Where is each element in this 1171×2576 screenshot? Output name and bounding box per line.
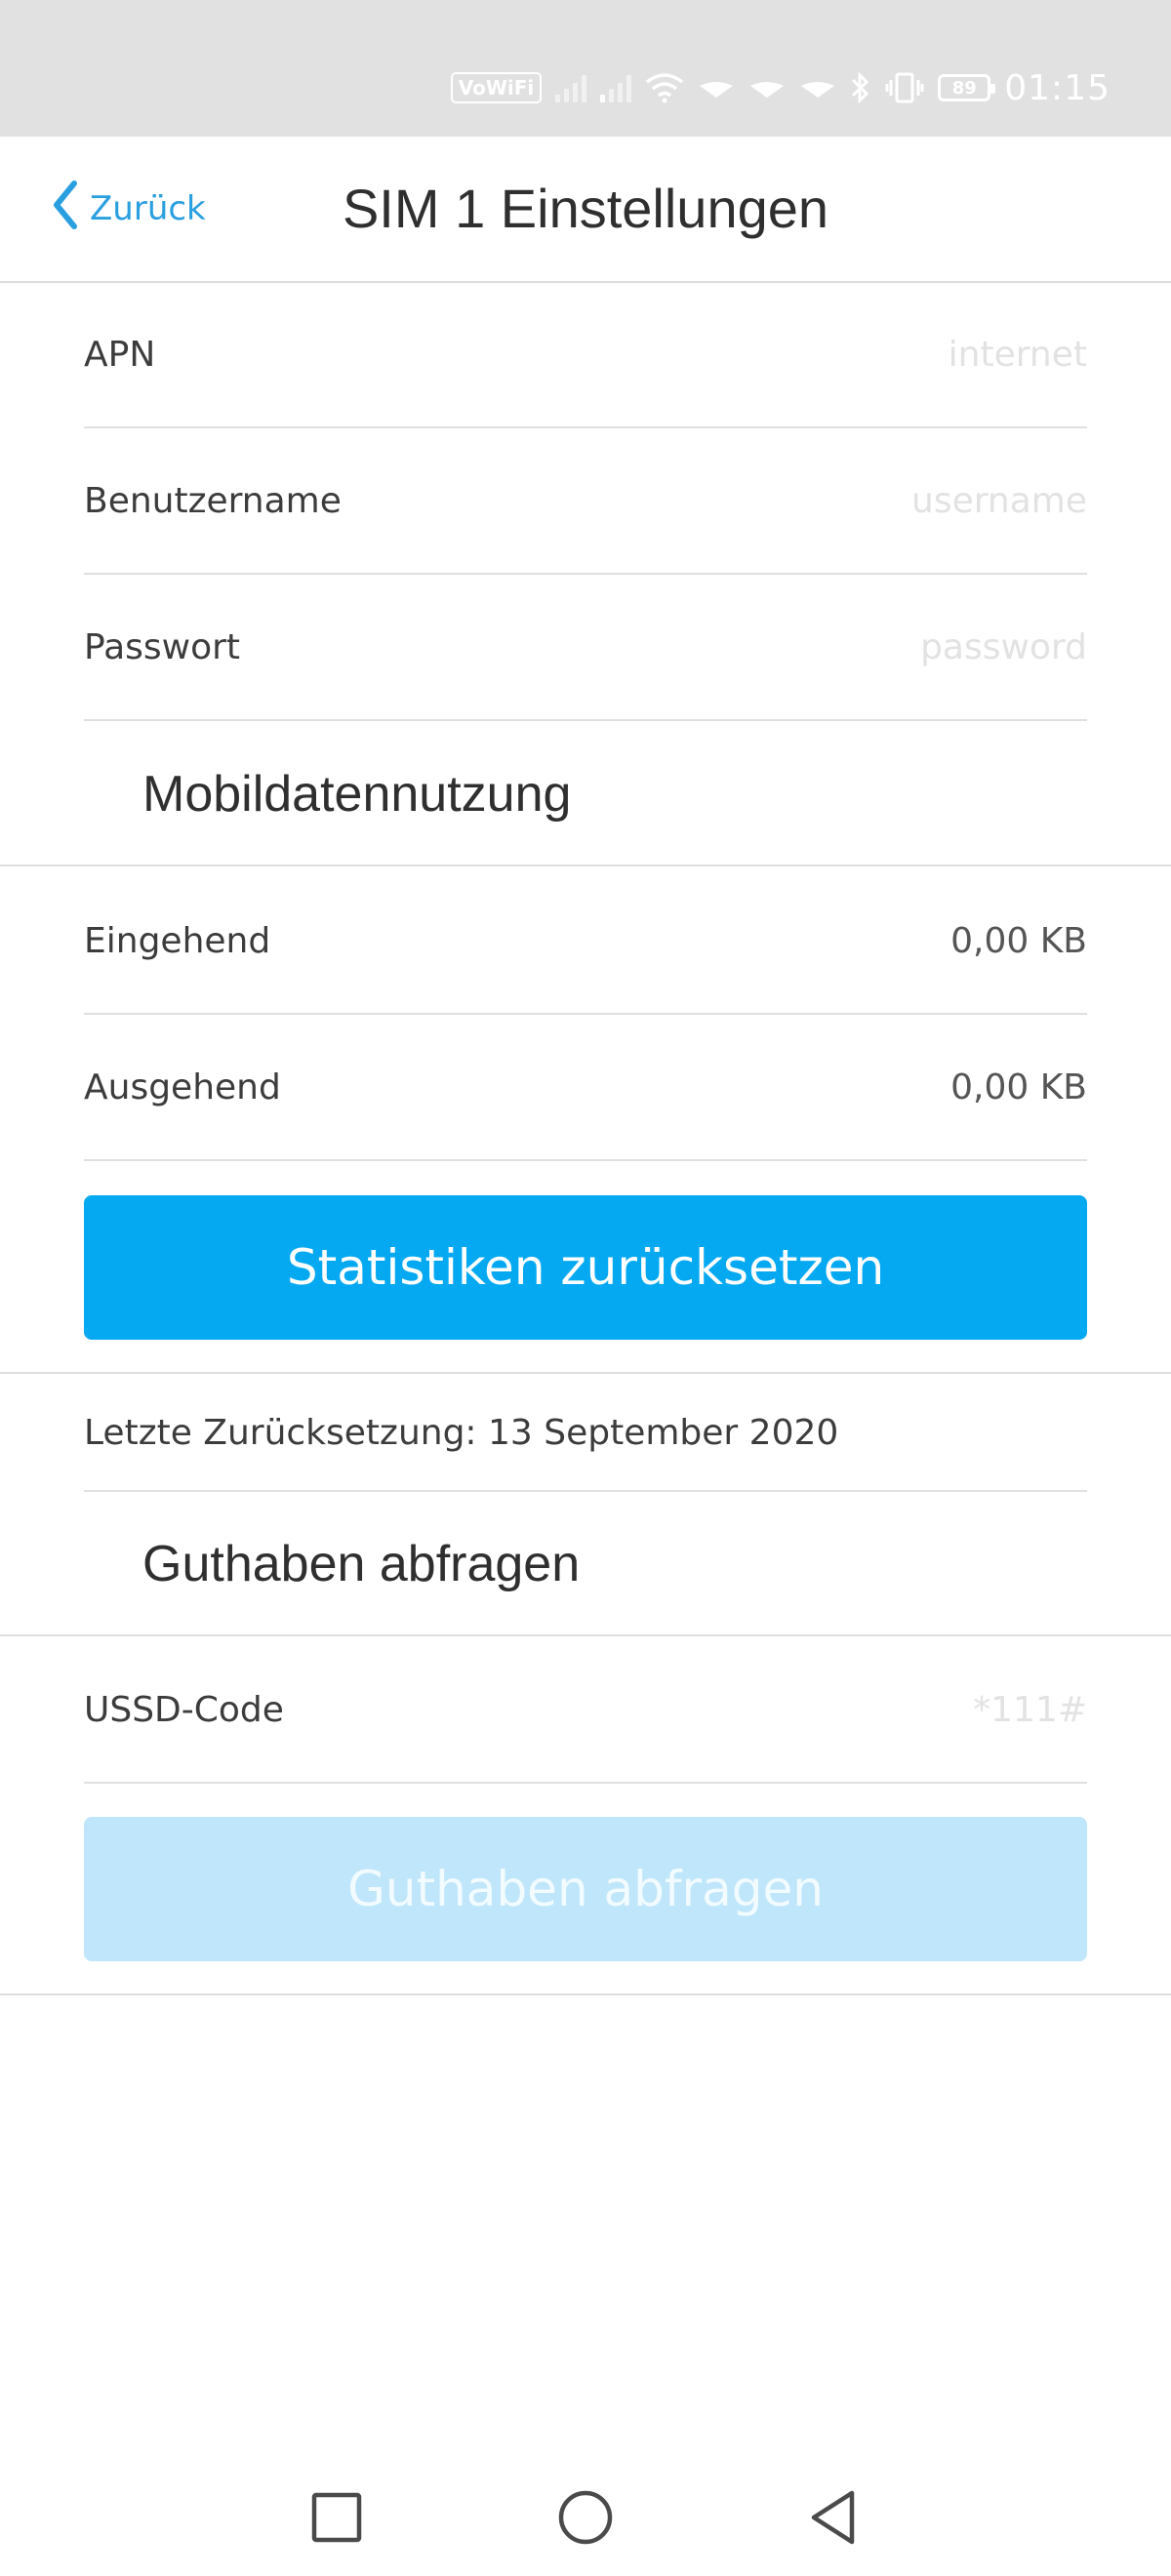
status-time: 01:15 — [1004, 67, 1110, 108]
chevron-left-icon — [51, 180, 80, 239]
system-navigation-bar — [0, 2459, 1171, 2576]
signal-icon — [555, 73, 587, 102]
data-icon — [799, 68, 836, 108]
divider — [0, 1993, 1171, 1995]
ussd-label: USSD-Code — [84, 1690, 284, 1730]
apn-label: APN — [84, 335, 156, 375]
apn-row: APN — [84, 282, 1087, 428]
wifi-icon — [645, 72, 684, 103]
data-icon — [748, 68, 786, 108]
data-icon — [698, 68, 735, 108]
signal-icon — [600, 73, 632, 102]
incoming-row: Eingehend 0,00 KB — [84, 868, 1087, 1015]
last-reset-note: Letzte Zurücksetzung: 13 September 2020 — [84, 1375, 1087, 1492]
password-input[interactable] — [599, 575, 1087, 721]
outgoing-value: 0,00 KB — [950, 1067, 1087, 1107]
data-usage-title: Mobildatennutzung — [142, 766, 572, 823]
username-label: Benutzername — [84, 481, 342, 521]
ussd-row: USSD-Code — [84, 1637, 1087, 1784]
incoming-label: Eingehend — [84, 921, 271, 961]
outgoing-row: Ausgehend 0,00 KB — [84, 1015, 1087, 1161]
status-icons: VoWiFi 89 01:15 — [450, 60, 1110, 115]
balance-section-header: Guthaben abfragen — [0, 1492, 1171, 1636]
username-input[interactable] — [599, 428, 1087, 575]
back-icon[interactable] — [803, 2486, 866, 2549]
data-usage-section-header: Mobildatennutzung — [0, 722, 1171, 866]
reset-statistics-button[interactable]: Statistiken zurücksetzen — [84, 1195, 1087, 1340]
app-header: SIM 1 Einstellungen Zurück — [0, 137, 1171, 283]
password-row: Passwort — [84, 575, 1087, 721]
battery-icon: 89 — [938, 74, 996, 101]
outgoing-label: Ausgehend — [84, 1067, 281, 1107]
divider — [0, 1372, 1171, 1374]
bluetooth-icon — [850, 71, 871, 104]
ussd-input[interactable] — [599, 1637, 1087, 1784]
status-bar: VoWiFi 89 01:15 — [0, 0, 1171, 137]
back-button[interactable]: Zurück — [51, 137, 206, 281]
home-icon[interactable] — [554, 2486, 617, 2549]
password-label: Passwort — [84, 627, 241, 667]
balance-title: Guthaben abfragen — [142, 1536, 581, 1592]
apn-input[interactable] — [599, 282, 1087, 428]
username-row: Benutzername — [84, 428, 1087, 575]
query-balance-button[interactable]: Guthaben abfragen — [84, 1817, 1087, 1961]
vibrate-icon — [885, 71, 924, 104]
incoming-value: 0,00 KB — [950, 921, 1087, 961]
back-label: Zurück — [90, 189, 206, 228]
recent-apps-icon[interactable] — [305, 2486, 368, 2549]
vowifi-icon: VoWiFi — [450, 72, 543, 103]
